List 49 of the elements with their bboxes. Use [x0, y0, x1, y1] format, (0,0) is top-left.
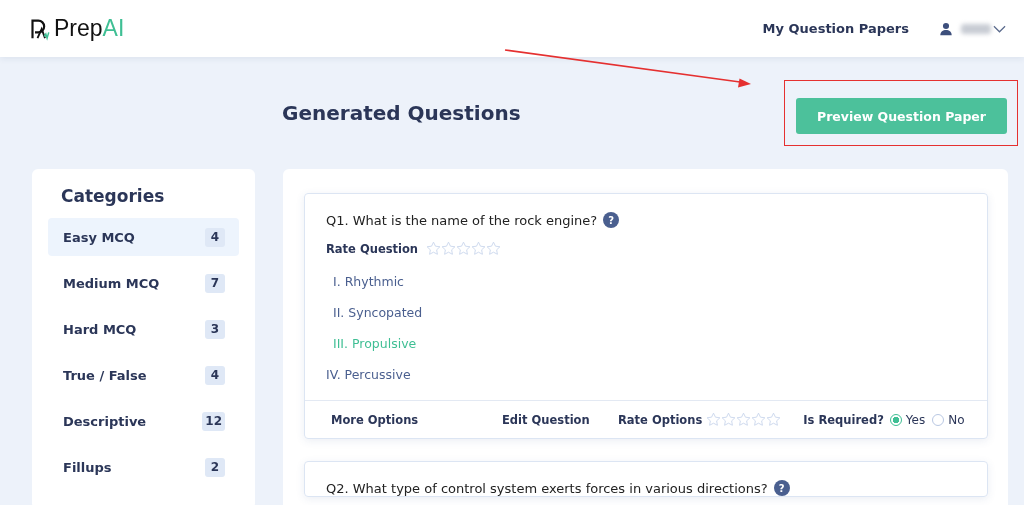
chevron-down-icon[interactable] [993, 24, 1006, 33]
count-badge: 4 [205, 365, 225, 385]
answer-option: II. Syncopated [326, 297, 966, 328]
count-badge: 3 [205, 319, 225, 339]
blurred-username [961, 23, 991, 34]
count-badge: 4 [205, 227, 225, 247]
panel-title: Categories [61, 186, 166, 206]
radio-option[interactable]: Yes [889, 412, 926, 427]
category-item[interactable]: Fillups 2 [48, 448, 239, 486]
logo-text: Prep [54, 15, 103, 42]
rate-label: Rate Options [618, 412, 703, 427]
count-badge: 7 [205, 273, 225, 293]
help-icon[interactable]: ? [603, 212, 620, 228]
answer-option: IV. Percussive [326, 359, 966, 390]
required-label: Is Required? [803, 412, 884, 427]
star-icon [426, 241, 442, 256]
more-options-link[interactable]: More Options [331, 412, 502, 427]
star-icon [736, 412, 752, 427]
count-badge: 2 [205, 457, 225, 477]
answer-option: III. Propulsive [326, 328, 966, 359]
answer-option: I. Rhythmic [326, 266, 966, 297]
star-icon [456, 241, 472, 256]
rate-label: Rate Question [326, 241, 419, 256]
category-item[interactable]: True / False 4 [48, 356, 239, 394]
star-icon [721, 412, 737, 427]
question-text: Q2. What type of control system exerts forces in various directions? [326, 480, 768, 496]
star-icon [471, 241, 487, 256]
star-rating[interactable] [426, 241, 502, 256]
nav-link[interactable]: My Question Papers [762, 21, 909, 36]
star-icon [751, 412, 767, 427]
radio-label: Yes [905, 412, 926, 427]
logo-text-accent: AI [102, 15, 125, 42]
star-icon [766, 412, 782, 427]
count-badge: 12 [202, 411, 225, 431]
page-title: Generated Questions [282, 101, 521, 125]
radio-option[interactable]: No [932, 412, 965, 427]
star-icon [486, 241, 502, 256]
help-icon[interactable]: ? [773, 480, 790, 496]
radio-label: No [948, 412, 965, 427]
question-text: Q1. What is the name of the rock engine? [326, 212, 598, 228]
category-item[interactable]: Medium MCQ 7 [48, 264, 239, 302]
edit-question-link[interactable]: Edit Question [502, 412, 618, 427]
star-icon [706, 412, 722, 427]
star-icon [441, 241, 457, 256]
user-icon[interactable] [939, 21, 953, 36]
category-item[interactable]: Hard MCQ 3 [48, 310, 239, 348]
category-item[interactable]: Descriptive 12 [48, 402, 239, 440]
category-item[interactable]: Easy MCQ 4 [48, 218, 239, 256]
star-rating[interactable] [706, 412, 782, 427]
